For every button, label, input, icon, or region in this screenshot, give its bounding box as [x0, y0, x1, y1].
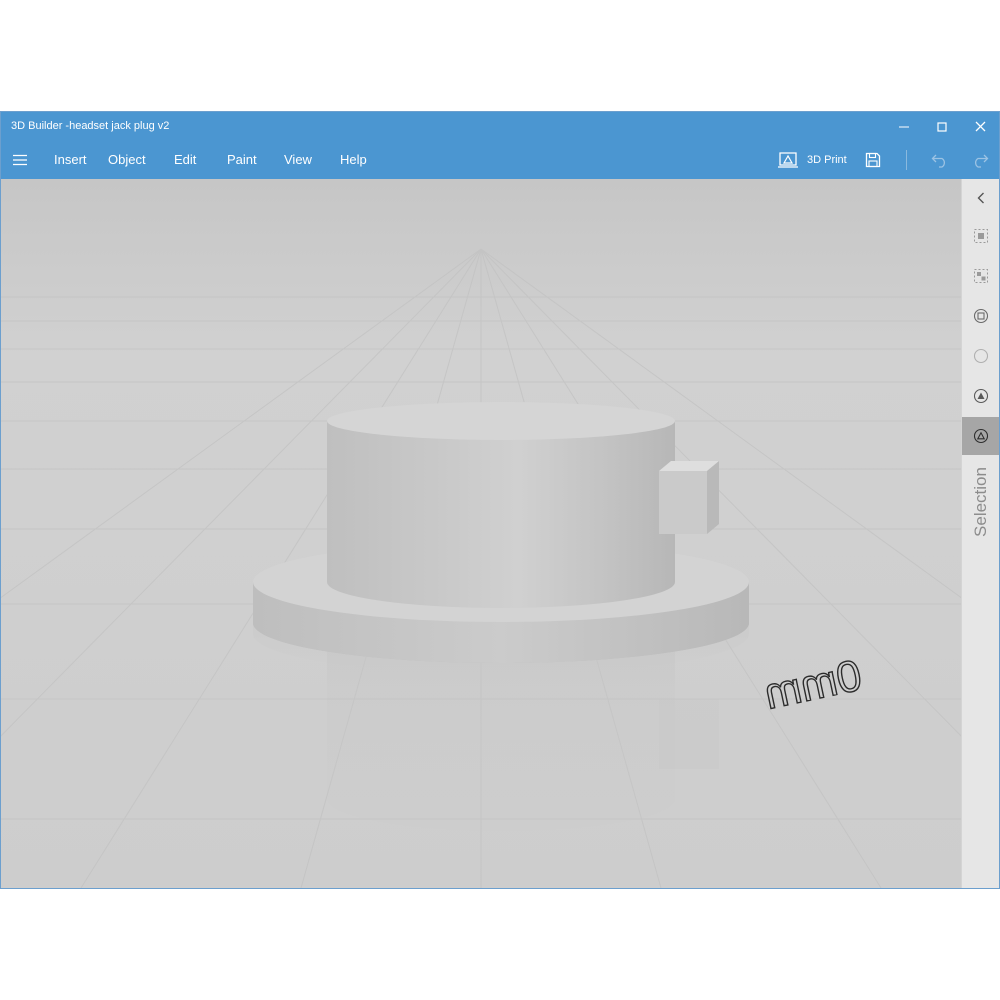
redo-button[interactable]	[967, 147, 993, 173]
close-button[interactable]	[961, 112, 999, 141]
select-objects-icon	[973, 308, 989, 324]
select-faces-icon	[973, 388, 989, 404]
minimize-button[interactable]	[885, 112, 923, 141]
app-title: 3D Builder -headset jack plug v2	[11, 120, 170, 132]
app-window: 3D Builder -headset jack plug v2 Insert …	[0, 111, 1000, 889]
model-headset-jack-plug[interactable]	[253, 402, 749, 663]
minimize-icon	[899, 126, 909, 127]
select-objects-button[interactable]	[962, 297, 999, 335]
maximize-icon	[937, 121, 947, 132]
selection-panel-label: Selection	[962, 457, 999, 547]
menu-insert[interactable]: Insert	[54, 152, 87, 167]
select-ungroup-button[interactable]	[962, 257, 999, 295]
title-bar: 3D Builder -headset jack plug v2	[1, 112, 999, 141]
3d-viewport[interactable]: 0mm	[1, 179, 999, 888]
undo-button[interactable]	[927, 147, 953, 173]
menu-paint[interactable]: Paint	[227, 152, 257, 167]
menu-edit[interactable]: Edit	[174, 152, 196, 167]
hamburger-menu-button[interactable]	[7, 147, 33, 173]
3d-print-button[interactable]: 3D Print	[777, 147, 847, 173]
select-faces-button[interactable]	[962, 377, 999, 415]
maximize-button[interactable]	[923, 112, 961, 141]
chevron-left-icon	[977, 192, 984, 204]
toolbar-separator	[906, 150, 907, 170]
select-triangles-button[interactable]	[962, 417, 999, 455]
select-group-icon	[974, 229, 988, 243]
redo-icon	[974, 154, 989, 168]
save-button[interactable]	[860, 147, 886, 173]
select-triangles-icon	[973, 428, 989, 444]
selection-panel: Selection	[961, 179, 999, 888]
collapse-panel-button[interactable]	[962, 179, 999, 217]
menu-bar: Insert Object Edit Paint View Help 3D Pr…	[1, 141, 999, 179]
print-3d-icon	[778, 152, 798, 168]
save-icon	[865, 152, 881, 168]
menu-help[interactable]: Help	[340, 152, 367, 167]
select-none-icon	[973, 348, 989, 364]
select-group-button[interactable]	[962, 217, 999, 255]
selection-label-text: Selection	[971, 467, 990, 537]
menu-view[interactable]: View	[284, 152, 312, 167]
close-icon	[975, 121, 985, 132]
undo-icon	[931, 154, 946, 168]
3d-print-label: 3D Print	[807, 154, 847, 166]
scene: 0mm	[1, 179, 999, 888]
select-ungroup-icon	[974, 269, 988, 283]
menu-object[interactable]: Object	[108, 152, 146, 167]
hamburger-icon	[13, 154, 27, 166]
select-none-button[interactable]	[962, 337, 999, 375]
